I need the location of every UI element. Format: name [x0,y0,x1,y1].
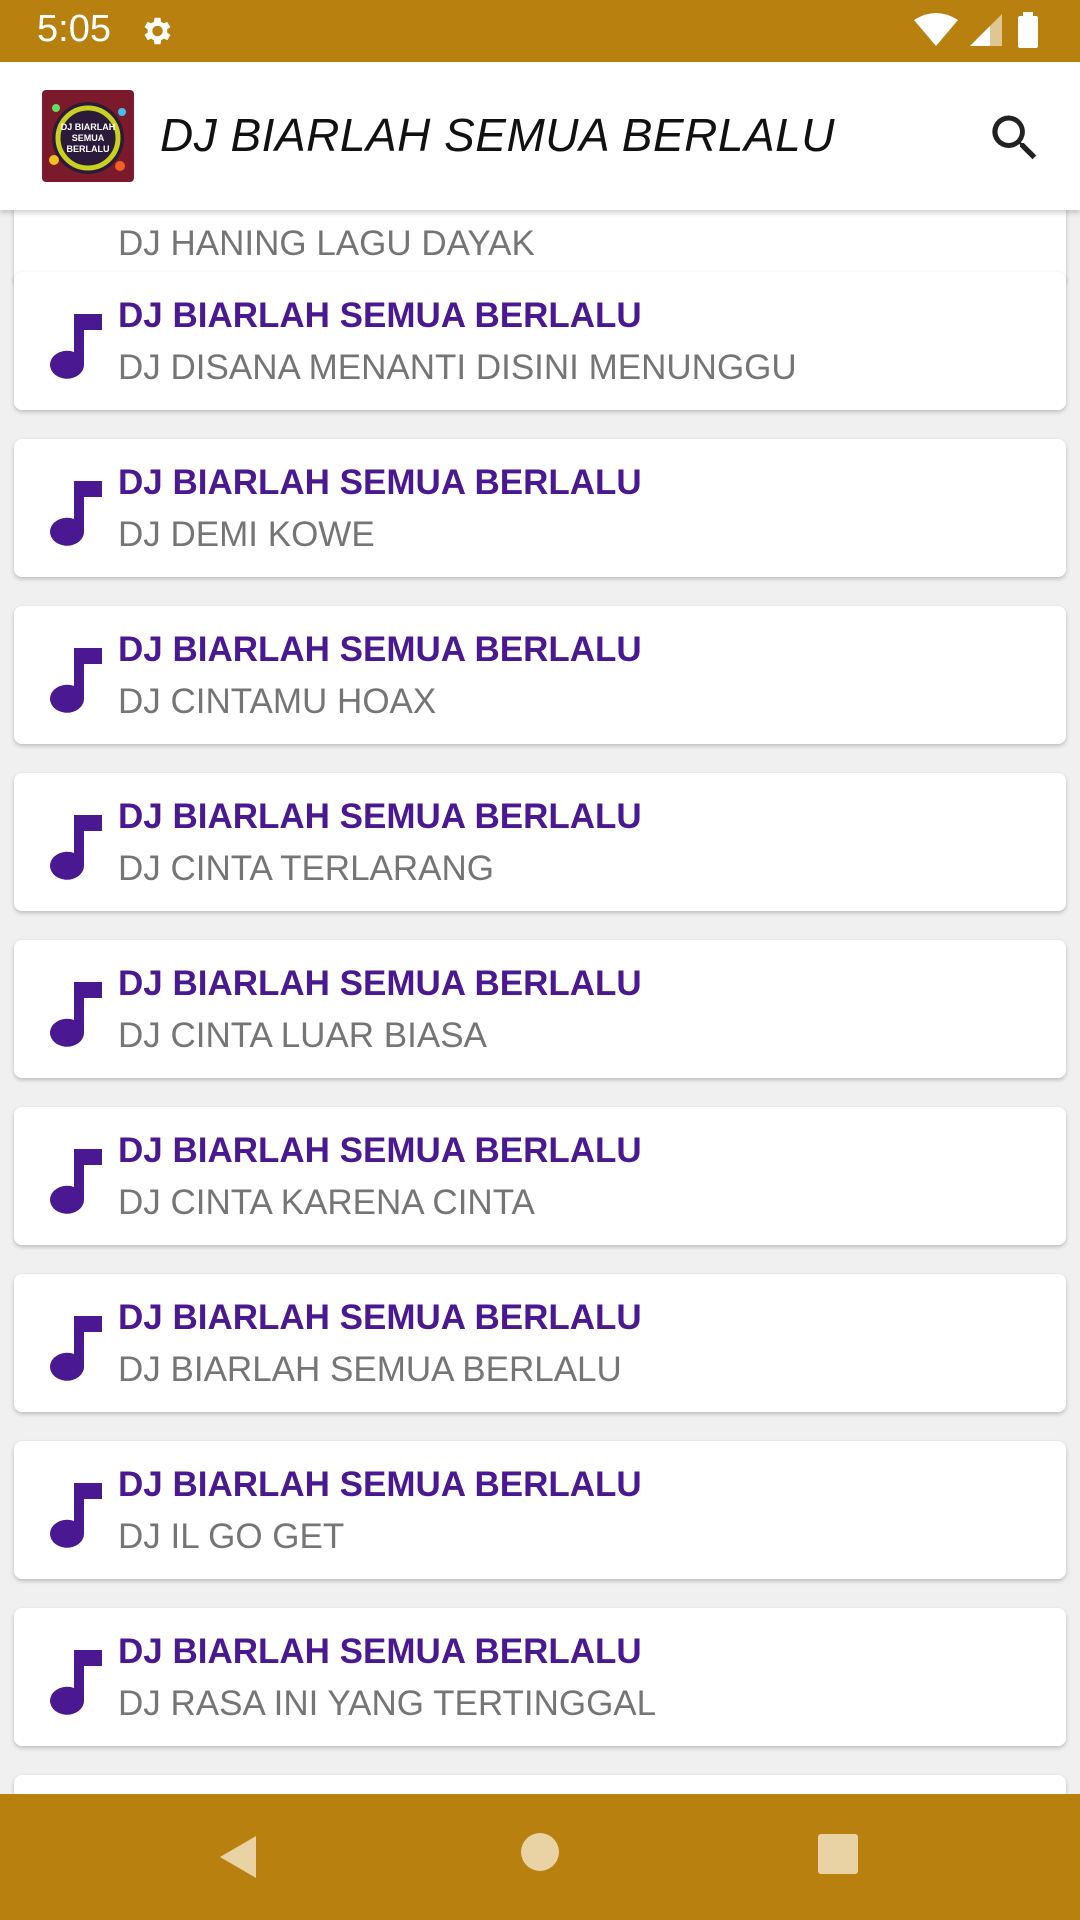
music-note-icon [50,1312,108,1384]
search-icon[interactable] [985,108,1045,168]
status-time: 5:05 [37,8,111,50]
music-note-icon [50,1646,108,1718]
music-note-icon [50,477,108,549]
status-bar: 5:05 [0,0,1080,62]
music-note-icon [50,1145,108,1217]
svg-text:SEMUA: SEMUA [72,133,105,143]
item-title: DJ BIARLAH SEMUA BERLALU [118,1632,642,1671]
music-note-icon [50,644,108,716]
app-bar: DJ BIARLAH SEMUA BERLALU DJ BIARLAH SEMU… [0,62,1080,210]
home-icon[interactable] [520,1832,560,1872]
item-subtitle: DJ DISANA MENANTI DISINI MENUNGGU [118,348,797,387]
list-item[interactable] [14,1775,1066,1794]
item-title: DJ BIARLAH SEMUA BERLALU [118,964,642,1003]
list-item[interactable]: DJ BIARLAH SEMUA BERLALU DJ RASA INI YANG… [14,1608,1066,1746]
recents-icon[interactable] [816,1832,860,1876]
app-title: DJ BIARLAH SEMUA BERLALU [160,109,835,161]
music-note-icon [50,811,108,883]
item-subtitle: DJ IL GO GET [118,1517,345,1556]
item-title: DJ BIARLAH SEMUA BERLALU [118,1465,642,1504]
music-note-icon [50,310,108,382]
item-title: DJ BIARLAH SEMUA BERLALU [118,1131,642,1170]
app-logo: DJ BIARLAH SEMUA BERLALU [42,90,134,182]
list-item[interactable]: DJ BIARLAH SEMUA BERLALU DJ CINTA KARENA … [14,1107,1066,1245]
list-item[interactable]: DJ BIARLAH SEMUA BERLALU DJ CINTA LUAR BI… [14,940,1066,1078]
list-item[interactable]: DJ BIARLAH SEMUA BERLALU DJ DEMI KOWE [14,439,1066,577]
item-subtitle: DJ CINTAMU HOAX [118,682,437,721]
song-list[interactable]: DJ HANING LAGU DAYAK DJ BIARLAH SEMUA BE… [0,210,1080,1794]
item-title: DJ BIARLAH SEMUA BERLALU [118,463,642,502]
music-note-icon [50,978,108,1050]
item-subtitle: DJ HANING LAGU DAYAK [118,224,535,263]
item-subtitle: DJ RASA INI YANG TERTINGGAL [118,1684,657,1723]
list-item[interactable]: DJ BIARLAH SEMUA BERLALU DJ CINTA TERLARA… [14,773,1066,911]
navigation-bar [0,1794,1080,1920]
gear-icon [144,17,171,45]
music-note-icon [50,1479,108,1551]
item-subtitle: DJ CINTA TERLARANG [118,849,494,888]
item-title: DJ BIARLAH SEMUA BERLALU [118,296,642,335]
svg-text:BERLALU: BERLALU [67,144,110,154]
item-subtitle: DJ CINTA LUAR BIASA [118,1016,487,1055]
item-title: DJ BIARLAH SEMUA BERLALU [118,1298,642,1337]
list-item[interactable]: DJ BIARLAH SEMUA BERLALU DJ CINTAMU HOAX [14,606,1066,744]
back-icon[interactable] [214,1832,264,1882]
item-title: DJ BIARLAH SEMUA BERLALU [118,630,642,669]
item-subtitle: DJ DEMI KOWE [118,515,375,554]
list-item[interactable]: DJ BIARLAH SEMUA BERLALU DJ IL GO GET [14,1441,1066,1579]
wifi-icon [914,13,958,46]
status-right-icons [914,12,1038,48]
item-title: DJ BIARLAH SEMUA BERLALU [118,797,642,836]
item-subtitle: DJ BIARLAH SEMUA BERLALU [118,1350,622,1389]
battery-icon [1018,16,1038,48]
svg-text:DJ BIARLAH: DJ BIARLAH [61,122,116,132]
item-subtitle: DJ CINTA KARENA CINTA [118,1183,535,1222]
list-item[interactable]: DJ BIARLAH SEMUA BERLALU DJ DISANA MENANT… [14,272,1066,410]
list-item[interactable]: DJ BIARLAH SEMUA BERLALU DJ BIARLAH SEMUA… [14,1274,1066,1412]
